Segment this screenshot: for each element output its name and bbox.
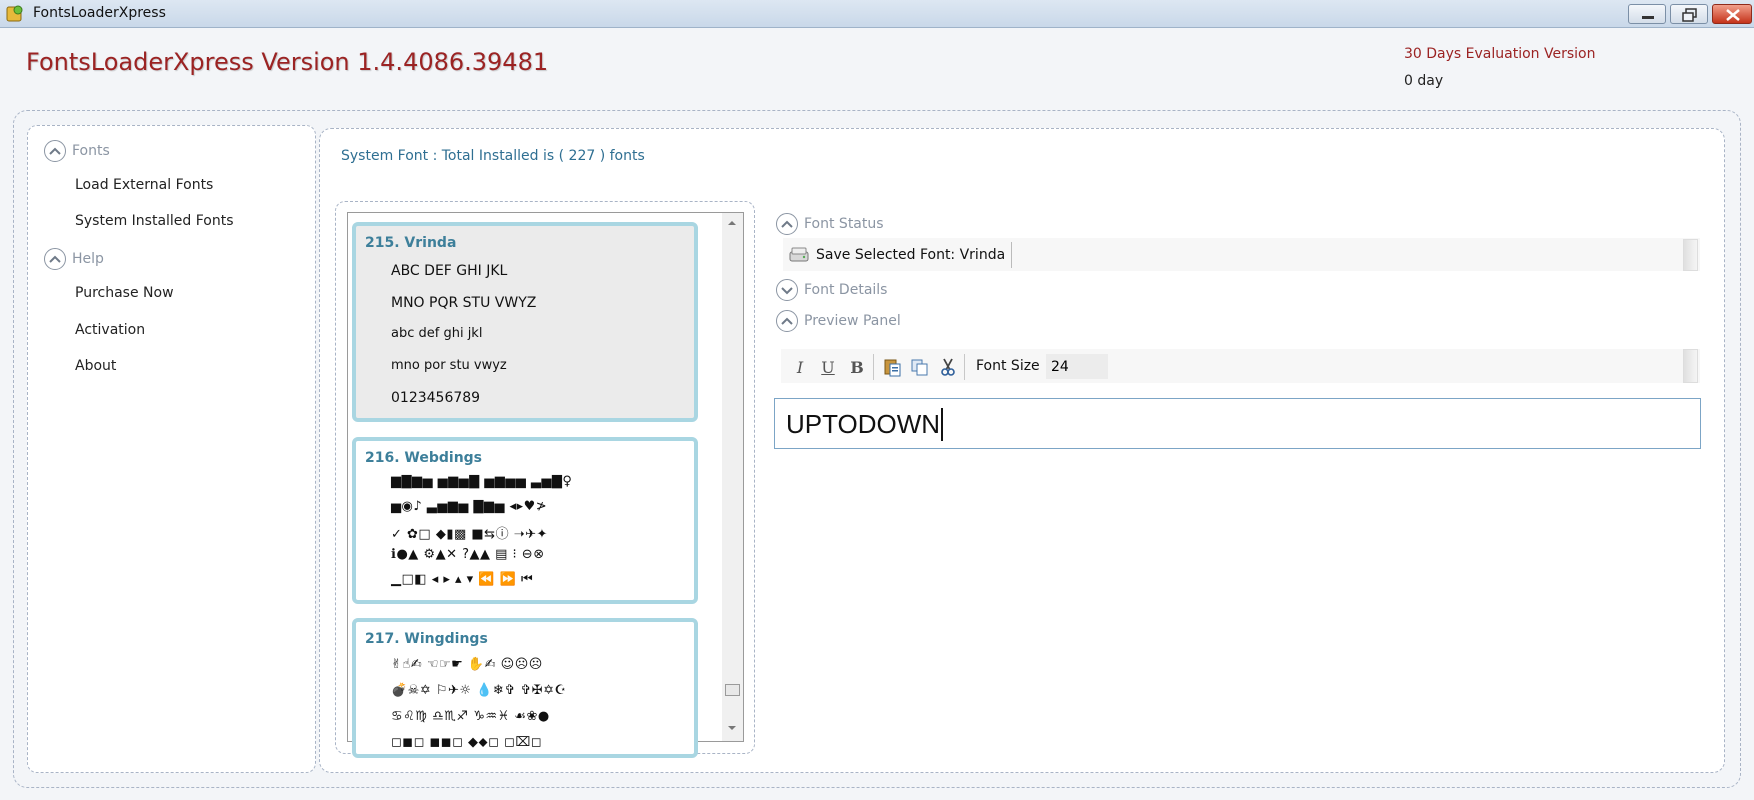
- italic-button[interactable]: I: [789, 356, 811, 378]
- font-sample-line: ✌☝✍ ☜☞☛ ✋✍ ☺☹☹: [391, 657, 543, 672]
- collapse-icon[interactable]: [776, 213, 798, 235]
- text-caret: [941, 408, 943, 441]
- collapse-icon[interactable]: [44, 140, 66, 162]
- font-details-label: Font Details: [804, 282, 888, 298]
- preview-text-box[interactable]: UPTODOWN: [774, 398, 1701, 449]
- nav-about[interactable]: About: [75, 358, 116, 374]
- toolbar-grip[interactable]: [1683, 239, 1698, 271]
- font-sample-line: ▁□◧ ◂ ▸ ▴ ▾ ⏪ ⏩ ⏮: [391, 572, 534, 587]
- save-selected-font-button[interactable]: Save Selected Font: Vrinda: [788, 242, 1013, 268]
- evaluation-notice: 30 Days Evaluation Version: [1404, 46, 1596, 62]
- font-sample-line: abc def ghi jkl: [391, 326, 483, 341]
- font-sample-line: 💣☠✡ ⚐✈☼ 💧❄✞ ✞✠✡☪: [391, 683, 567, 698]
- font-sample-line: ♋♌♍ ♎♏♐ ♑♒♓ ☙❀●: [391, 709, 550, 724]
- fonts-section-header[interactable]: Fonts: [44, 140, 110, 162]
- font-size-input[interactable]: [1046, 354, 1108, 379]
- copy-icon[interactable]: [909, 356, 931, 378]
- font-sample-line: ✓ ✿□ ◆▮▩ ■⇆ⓘ ➝✈✦: [391, 527, 548, 542]
- font-card-vrinda[interactable]: 215. Vrinda ABC DEF GHI JKL MNO PQR STU …: [352, 222, 698, 422]
- nav-system-installed-fonts[interactable]: System Installed Fonts: [75, 213, 234, 229]
- cut-icon[interactable]: [937, 356, 959, 378]
- restore-button[interactable]: [1670, 4, 1708, 24]
- toolbar-separator: [964, 354, 965, 380]
- nav-activation[interactable]: Activation: [75, 322, 145, 338]
- toolbar-grip[interactable]: [1683, 349, 1698, 383]
- close-button[interactable]: [1712, 4, 1752, 24]
- preview-panel-header[interactable]: Preview Panel: [776, 310, 901, 332]
- nav-load-external-fonts[interactable]: Load External Fonts: [75, 177, 213, 193]
- font-sample-line: mno por stu vwyz: [391, 358, 507, 373]
- font-card-webdings[interactable]: 216. Webdings ▆▇▆▅ ▅▆▅▇ ▅▆▅▅ ▃▅▇♀ ▅◉♪ ▃▅…: [352, 437, 698, 604]
- save-selected-font-label: Save Selected Font: Vrinda: [816, 247, 1006, 263]
- help-section-label: Help: [72, 251, 104, 267]
- expand-icon[interactable]: [776, 279, 798, 301]
- font-list-scrollbar[interactable]: [722, 213, 743, 741]
- preview-panel-label: Preview Panel: [804, 313, 901, 329]
- collapse-icon[interactable]: [44, 248, 66, 270]
- font-status-label: Font Status: [804, 216, 884, 232]
- font-size-label: Font Size: [976, 358, 1040, 374]
- drive-icon: [789, 247, 809, 262]
- font-sample-line: ◻◼◻ ◼◼◻ ◆⬥◻ ◻⌧◻: [391, 735, 543, 750]
- font-sample-line: ▅◉♪ ▃▅▆▅ ▇▆▅ ◂▸♥≯: [391, 499, 548, 514]
- font-details-header[interactable]: Font Details: [776, 279, 887, 301]
- font-card-title: 215. Vrinda: [365, 235, 457, 251]
- font-sample-line: ▆▇▆▅ ▅▆▅▇ ▅▆▅▅ ▃▅▇♀: [391, 474, 573, 489]
- font-sample-line: MNO PQR STU VWYZ: [391, 295, 537, 311]
- minimize-button[interactable]: [1628, 4, 1666, 24]
- font-sample-line: ABC DEF GHI JKL: [391, 263, 508, 279]
- paste-icon[interactable]: [881, 356, 903, 378]
- nav-purchase-now[interactable]: Purchase Now: [75, 285, 174, 301]
- fonts-section-label: Fonts: [72, 143, 110, 159]
- app-icon: [6, 5, 24, 23]
- help-section-header[interactable]: Help: [44, 248, 104, 270]
- collapse-icon[interactable]: [776, 310, 798, 332]
- font-sample-line: ℹ●▲ ⚙▲✕ ?▲▲ ▤ ⁝ ⊖⊗: [391, 547, 545, 562]
- font-sample-line: 0123456789: [391, 390, 481, 406]
- font-status-header[interactable]: Font Status: [776, 213, 884, 235]
- scroll-thumb[interactable]: [725, 684, 740, 696]
- scroll-down-arrow-icon[interactable]: [726, 723, 738, 733]
- system-font-count: System Font : Total Installed is ( 227 )…: [341, 148, 645, 164]
- days-remaining: 0 day: [1404, 73, 1444, 89]
- underline-button[interactable]: U: [817, 356, 839, 378]
- font-card-title: 217. Wingdings: [365, 631, 488, 647]
- bold-button[interactable]: B: [846, 356, 868, 378]
- window-title: FontsLoaderXpress: [33, 5, 166, 21]
- app-title: FontsLoaderXpress Version 1.4.4086.39481: [26, 48, 549, 76]
- preview-text: UPTODOWN: [786, 409, 941, 439]
- toolbar-separator: [873, 354, 874, 380]
- font-card-wingdings[interactable]: 217. Wingdings ✌☝✍ ☜☞☛ ✋✍ ☺☹☹ 💣☠✡ ⚐✈☼ 💧❄…: [352, 618, 698, 758]
- scroll-up-arrow-icon[interactable]: [726, 218, 738, 228]
- font-card-title: 216. Webdings: [365, 450, 483, 466]
- title-bar: FontsLoaderXpress: [0, 0, 1754, 28]
